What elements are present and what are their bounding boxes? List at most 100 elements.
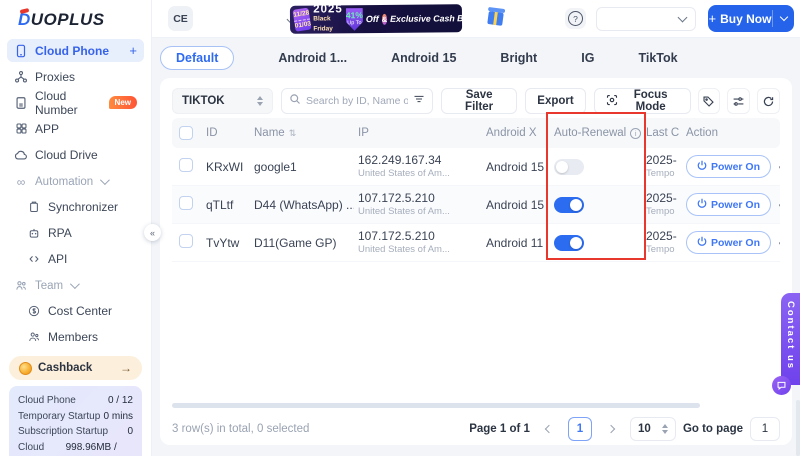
col-last[interactable]: Last C bbox=[642, 127, 682, 139]
buy-now-button[interactable]: +Buy Now bbox=[708, 5, 794, 32]
goto-label: Go to page bbox=[683, 423, 743, 435]
plus-icon: + bbox=[709, 11, 717, 26]
sidebar-item-synchronizer[interactable]: Synchronizer bbox=[20, 195, 144, 218]
auto-renewal-toggle[interactable] bbox=[554, 197, 584, 213]
cell-name: D44 (WhatsApp) ... bbox=[250, 198, 354, 212]
refresh-button[interactable] bbox=[757, 88, 780, 114]
filter-sliders-icon[interactable] bbox=[413, 92, 425, 110]
export-button[interactable]: Export bbox=[525, 88, 585, 114]
api-icon bbox=[27, 252, 41, 266]
sidebar-item-api[interactable]: API bbox=[20, 247, 144, 270]
promo-event: Black Friday bbox=[313, 14, 343, 34]
sidebar-item-cloud-phone[interactable]: Cloud Phone + bbox=[7, 39, 144, 62]
prev-page-button[interactable] bbox=[537, 417, 561, 441]
sidebar: DUOPLUS Cloud Phone + Proxies Cloud Numb… bbox=[0, 0, 152, 456]
cell-name: google1 bbox=[250, 160, 354, 174]
app-window: DUOPLUS Cloud Phone + Proxies Cloud Numb… bbox=[0, 0, 800, 456]
vertical-scrollbar[interactable] bbox=[796, 400, 800, 456]
add-cloud-phone-button[interactable]: + bbox=[129, 43, 137, 58]
search-icon bbox=[289, 92, 301, 110]
table-row: KRxWI google1 162.249.167.34United State… bbox=[172, 148, 780, 186]
cashback-banner[interactable]: Cashback bbox=[9, 356, 142, 380]
cell-ip: 107.172.5.210United States of Am... bbox=[354, 230, 482, 256]
tab-bright[interactable]: Bright bbox=[500, 51, 537, 65]
stat-cloud-phone: Cloud Phone0 / 12 bbox=[18, 393, 133, 409]
tab-ig[interactable]: IG bbox=[581, 51, 594, 65]
tab-android-1[interactable]: Android 1... bbox=[278, 51, 347, 65]
auto-renewal-toggle[interactable] bbox=[554, 159, 584, 175]
black-friday-promo-banner[interactable]: 11/2801/03 2025Black Friday 41%Up To Off… bbox=[290, 4, 462, 33]
save-filter-button[interactable]: Save Filter bbox=[441, 88, 517, 114]
more-actions-button[interactable] bbox=[779, 236, 780, 250]
col-action: Action bbox=[682, 127, 780, 139]
duoplus-logo: DUOPLUS bbox=[0, 0, 151, 36]
header-dropdown[interactable] bbox=[596, 7, 696, 31]
select-stepper-icon bbox=[662, 424, 668, 434]
stat-cloud-drive: Cloud Drive998.96MB / 5GB bbox=[18, 440, 133, 456]
sidebar-item-cloud-drive[interactable]: Cloud Drive bbox=[7, 143, 144, 166]
sidebar-item-rpa[interactable]: RPA bbox=[20, 221, 144, 244]
tab-tiktok[interactable]: TikTok bbox=[638, 51, 677, 65]
select-stepper-icon bbox=[257, 96, 263, 106]
col-auto-renewal[interactable]: Auto-Renewal bbox=[550, 127, 642, 139]
power-on-button[interactable]: Power On bbox=[686, 155, 771, 178]
goto-page-input[interactable] bbox=[750, 417, 780, 441]
power-icon bbox=[697, 236, 707, 249]
sidebar-item-cost-center[interactable]: Cost Center bbox=[20, 299, 144, 322]
sidebar-collapse-button[interactable] bbox=[144, 224, 161, 241]
column-settings-button[interactable] bbox=[727, 88, 750, 114]
sidebar-item-cloud-number[interactable]: Cloud Number New bbox=[7, 91, 144, 114]
sidebar-section-team[interactable]: Team bbox=[7, 275, 144, 296]
group-select[interactable]: TIKTOK bbox=[172, 88, 273, 114]
power-icon bbox=[697, 198, 707, 211]
more-actions-button[interactable] bbox=[779, 160, 780, 174]
col-id[interactable]: ID bbox=[202, 127, 250, 139]
page-size-select[interactable]: 10 bbox=[630, 417, 676, 441]
rows-summary: 3 row(s) in total, 0 selected bbox=[172, 423, 309, 435]
select-all-checkbox[interactable] bbox=[179, 126, 193, 140]
cloud-number-icon bbox=[14, 96, 28, 110]
next-page-button[interactable] bbox=[599, 417, 623, 441]
tab-default[interactable]: Default bbox=[160, 46, 234, 70]
automation-icon: ∞ bbox=[14, 175, 28, 189]
cell-android: Android 15 bbox=[482, 160, 550, 174]
members-icon bbox=[27, 330, 41, 344]
power-on-button[interactable]: Power On bbox=[686, 231, 771, 254]
row-checkbox[interactable] bbox=[179, 234, 193, 248]
promo-off-text: Off bbox=[366, 14, 379, 24]
col-ip[interactable]: IP bbox=[354, 127, 482, 139]
proxies-icon bbox=[14, 70, 28, 84]
tab-android-15[interactable]: Android 15 bbox=[391, 51, 456, 65]
cell-last: 2025-Tempo bbox=[642, 154, 682, 180]
page-indicator: Page 1 of 1 bbox=[469, 423, 530, 435]
sidebar-section-automation[interactable]: ∞ Automation bbox=[7, 171, 144, 192]
promo-discount-shield: 41%Up To bbox=[346, 8, 363, 31]
tag-button[interactable] bbox=[698, 88, 721, 114]
sidebar-item-proxies[interactable]: Proxies bbox=[7, 65, 144, 88]
horizontal-scrollbar[interactable] bbox=[172, 403, 700, 408]
info-icon[interactable] bbox=[630, 128, 641, 139]
promo-amp-badge: & bbox=[382, 13, 388, 24]
page-number-button[interactable]: 1 bbox=[568, 417, 592, 441]
cell-id: TvYtw bbox=[202, 236, 250, 250]
power-on-button[interactable]: Power On bbox=[686, 193, 771, 216]
auto-renewal-toggle[interactable] bbox=[554, 235, 584, 251]
more-actions-button[interactable] bbox=[779, 198, 780, 212]
row-checkbox[interactable] bbox=[179, 158, 193, 172]
chevron-left-icon bbox=[545, 425, 553, 433]
col-android[interactable]: Android X bbox=[482, 127, 550, 139]
chat-bubble-icon[interactable] bbox=[772, 376, 791, 395]
chevron-right-icon bbox=[607, 425, 615, 433]
help-icon[interactable] bbox=[565, 8, 586, 29]
sort-icon[interactable] bbox=[289, 128, 297, 139]
row-checkbox[interactable] bbox=[179, 196, 193, 210]
search-input[interactable] bbox=[306, 95, 408, 107]
sidebar-item-app[interactable]: APP bbox=[7, 117, 144, 140]
cell-id: KRxWI bbox=[202, 160, 250, 174]
workspace-avatar[interactable]: CE bbox=[168, 6, 193, 31]
col-name[interactable]: Name bbox=[250, 127, 354, 139]
sidebar-item-members[interactable]: Members bbox=[20, 325, 144, 348]
focus-mode-button[interactable]: Focus Mode bbox=[594, 88, 691, 114]
contact-us-tab[interactable]: Contact us bbox=[781, 293, 800, 385]
buy-now-dropdown[interactable] bbox=[772, 10, 794, 27]
